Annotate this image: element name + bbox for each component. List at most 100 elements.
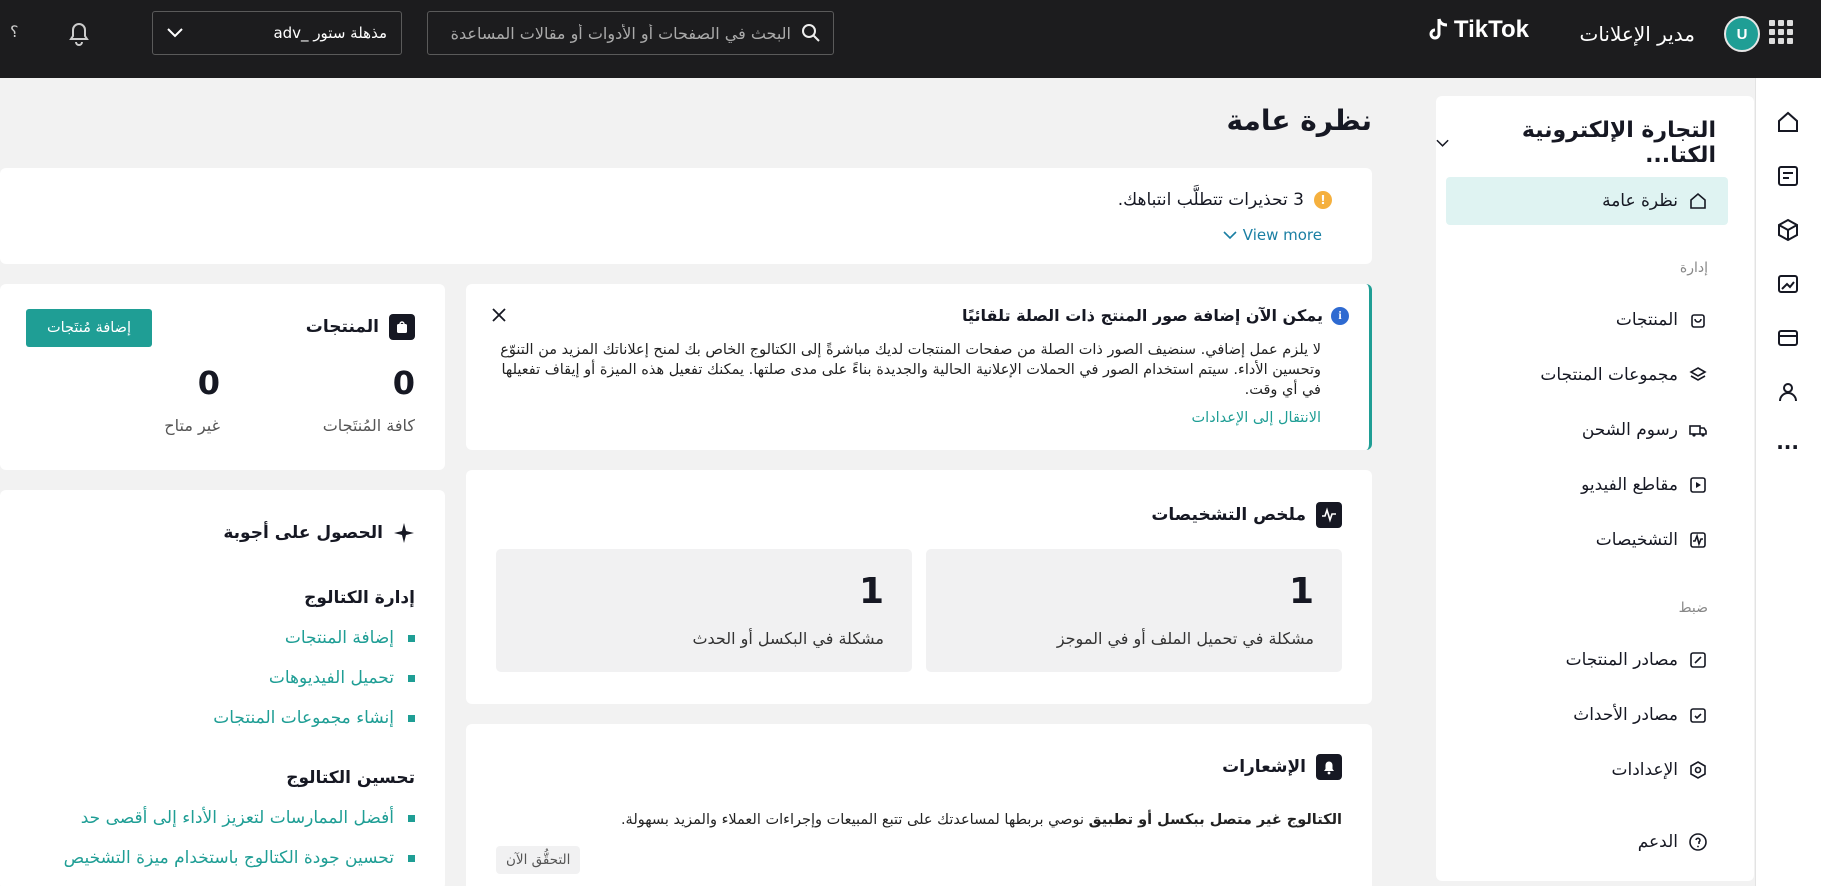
catalog-icon[interactable]: [1776, 164, 1800, 188]
wallet-icon[interactable]: [1776, 326, 1800, 350]
info-body: لا يلزم عمل إضافي. سنضيف الصور ذات الصلة…: [500, 342, 1321, 398]
notification-bold: الكتالوج غير متصل ببكسل أو تطبيق: [1088, 812, 1342, 828]
stat-value: 1: [1288, 571, 1314, 612]
nav-label: رسوم الشحن: [1581, 420, 1678, 440]
nav-item-shipping[interactable]: رسوم الشحن: [1446, 406, 1728, 454]
catalog-management-heading: إدارة الكتالوج: [304, 588, 415, 608]
link-label: إضافة المنتجات: [284, 628, 394, 648]
unavailable-label: غير متاح: [164, 416, 220, 435]
account-name: مذهلة ستور _adv: [273, 24, 387, 42]
home-icon: [1690, 192, 1706, 209]
nav-label: المنتجات: [1615, 310, 1678, 330]
all-products-value: 0: [392, 364, 415, 402]
warning-text: 3 تحذيرات تتطلَّب انتباهك.: [1117, 190, 1304, 210]
stat-value: 1: [858, 571, 884, 612]
link-label: إنشاء مجموعات المنتجات: [213, 708, 394, 728]
icon-rail: ...: [1755, 78, 1821, 886]
products-header: المنتجات: [306, 314, 415, 340]
edit-doc-icon: [1690, 652, 1706, 668]
bag-icon: [389, 314, 415, 340]
stat-label: مشكلة في تحميل الملف أو في الموجز: [1056, 629, 1314, 648]
help-link-upload-videos[interactable]: تحميل الفيديوهات: [269, 668, 415, 688]
help-link-create-sets[interactable]: إنشاء مجموعات المنتجات: [213, 708, 415, 728]
nav-item-products[interactable]: المنتجات: [1446, 296, 1728, 344]
help-icon[interactable]: ؟: [10, 22, 19, 41]
bullet: [408, 854, 415, 862]
bell-icon: [1316, 754, 1342, 780]
nav-item-event-sources[interactable]: مصادر الأحداث: [1446, 691, 1728, 739]
store-selector[interactable]: التجارة الإلكترونية الكتا...: [1436, 118, 1716, 168]
view-more-label: View more: [1242, 226, 1322, 244]
products-card: المنتجات إضافة مُنتَجات 0 كافة المُنتَجا…: [0, 284, 445, 470]
answers-title: الحصول على أجوبة: [223, 523, 383, 543]
diagnostics-card: ملخص التشخيصات 1 مشكلة في تحميل الملف أو…: [466, 470, 1372, 704]
nav-item-product-sets[interactable]: مجموعات المنتجات: [1446, 351, 1728, 399]
pulse-icon: [1316, 502, 1342, 528]
search-icon: [802, 24, 820, 42]
nav-label: مصادر الأحداث: [1573, 705, 1678, 725]
account-selector[interactable]: مذهلة ستور _adv: [152, 11, 402, 55]
nav-item-support[interactable]: الدعم: [1446, 818, 1728, 866]
add-products-button[interactable]: إضافة مُنتَجات: [26, 309, 152, 347]
answers-card: الحصول على أجوبة إدارة الكتالوج إضافة ال…: [0, 490, 445, 886]
nav-item-overview[interactable]: نظرة عامة: [1446, 177, 1728, 225]
all-products-label: كافة المُنتَجات: [322, 416, 415, 435]
check-now-button[interactable]: التحقُّق الآن: [496, 846, 581, 874]
side-nav: التجارة الإلكترونية الكتا... نظرة عامة إ…: [1436, 96, 1754, 881]
nav-item-settings[interactable]: الإعدادات: [1446, 746, 1728, 794]
link-label: تحميل الفيديوهات: [268, 668, 394, 688]
help-link-best-practices[interactable]: أفضل الممارسات لتعزيز الأداء إلى أقصى حد: [81, 808, 415, 828]
nav-item-product-sources[interactable]: مصادر المنتجات: [1446, 636, 1728, 684]
brand-title: مدير الإعلانات: [1579, 22, 1696, 46]
image-icon[interactable]: [1776, 272, 1800, 296]
notifications-card: الإشعارات الكتالوج غير متصل ببكسل أو تطب…: [466, 724, 1372, 886]
bell-icon[interactable]: [66, 20, 92, 46]
warning-banner: ! 3 تحذيرات تتطلَّب انتباهك. View more: [0, 168, 1372, 264]
bullet: [408, 674, 415, 682]
avatar[interactable]: U: [1724, 16, 1760, 52]
unavailable-value: 0: [197, 364, 220, 402]
notification-rest: نوصي بربطها لمساعدتك على تتبع المبيعات و…: [620, 812, 1089, 828]
pulse-icon: [1690, 532, 1706, 548]
stat-label: مشكلة في البكسل أو الحدث: [692, 629, 884, 648]
help-link-add-products[interactable]: إضافة المنتجات: [285, 628, 415, 648]
user-icon[interactable]: [1776, 380, 1800, 404]
info-title: يمكن الآن إضافة صور المنتج ذات الصلة تلق…: [961, 306, 1323, 325]
diagnostics-title: ملخص التشخيصات: [1151, 505, 1306, 525]
bullet: [408, 814, 415, 822]
warning-header: ! 3 تحذيرات تتطلَّب انتباهك.: [1118, 190, 1332, 210]
home-icon[interactable]: [1776, 110, 1800, 134]
go-to-settings-link[interactable]: الانتقال إلى الإعدادات: [1192, 410, 1321, 426]
notifications-header: الإشعارات: [1222, 754, 1342, 780]
nav-item-videos[interactable]: مقاطع الفيديو: [1446, 461, 1728, 509]
link-label: أفضل الممارسات لتعزيز الأداء إلى أقصى حد: [80, 808, 394, 828]
info-icon: i: [1331, 306, 1349, 325]
calendar-check-icon: [1690, 708, 1706, 723]
nav-label: مقاطع الفيديو: [1581, 475, 1678, 495]
nav-item-diagnostics[interactable]: التشخيصات: [1446, 516, 1728, 564]
notification-message: الكتالوج غير متصل ببكسل أو تطبيق نوصي بر…: [621, 812, 1342, 828]
nav-label: الدعم: [1637, 832, 1678, 852]
catalog-improvement-heading: تحسين الكتالوج: [286, 768, 415, 788]
close-icon[interactable]: [490, 306, 508, 324]
video-icon: [1690, 477, 1706, 493]
stat-pixel-issues[interactable]: 1 مشكلة في البكسل أو الحدث: [496, 549, 912, 672]
info-header: i يمكن الآن إضافة صور المنتج ذات الصلة ت…: [962, 306, 1349, 325]
tiktok-logo[interactable]: TikTok: [1428, 16, 1529, 44]
chevron-down-icon: [1436, 139, 1449, 147]
gear-icon: [1690, 761, 1706, 779]
apps-grid-icon[interactable]: [1769, 20, 1793, 44]
box-icon[interactable]: [1776, 218, 1800, 242]
view-more-link[interactable]: View more: [1223, 226, 1322, 244]
chevron-down-icon: [167, 28, 183, 38]
warning-icon: !: [1314, 191, 1332, 209]
search-input[interactable]: البحث في الصفحات أو الأدوات أو مقالات ال…: [427, 11, 834, 55]
help-link-diagnostics-quality[interactable]: تحسين جودة الكتالوج باستخدام ميزة التشخي…: [64, 848, 415, 868]
nav-section-manage: إدارة: [1679, 260, 1708, 276]
notifications-title: الإشعارات: [1222, 757, 1306, 777]
stat-feed-issues[interactable]: 1 مشكلة في تحميل الملف أو في الموجز: [926, 549, 1342, 672]
sparkle-icon: [394, 523, 414, 543]
more-icon[interactable]: ...: [1776, 430, 1799, 454]
page-title: نظرة عامة: [1226, 104, 1372, 137]
bag-icon: [1691, 314, 1705, 328]
